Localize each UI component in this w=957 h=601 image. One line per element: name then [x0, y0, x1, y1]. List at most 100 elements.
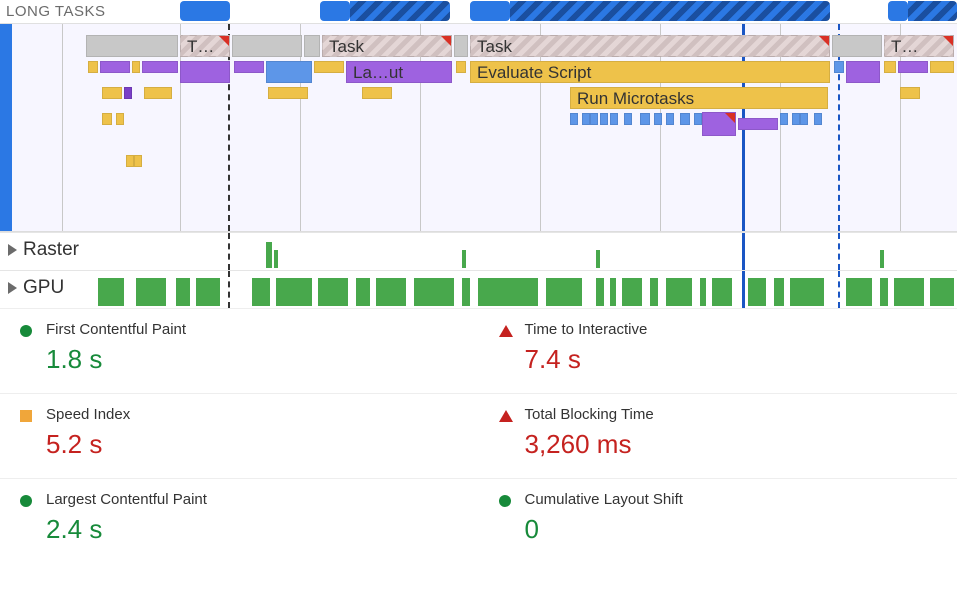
gpu-event[interactable] — [136, 278, 166, 306]
frame[interactable] — [900, 87, 920, 99]
metric-lcp[interactable]: Largest Contentful Paint 2.4 s — [0, 478, 479, 563]
frame[interactable] — [834, 61, 844, 73]
frame[interactable] — [362, 87, 392, 99]
frame[interactable] — [570, 113, 578, 125]
gpu-event[interactable] — [196, 278, 220, 306]
layout-frame[interactable]: La…ut — [346, 61, 452, 83]
frame[interactable] — [898, 61, 928, 73]
gpu-event[interactable] — [650, 278, 658, 306]
long-task-bar-hatched[interactable] — [510, 1, 830, 21]
long-task-bar[interactable] — [180, 1, 230, 21]
frame[interactable] — [610, 113, 618, 125]
metric-fcp[interactable]: First Contentful Paint 1.8 s — [0, 308, 479, 393]
frame[interactable] — [624, 113, 632, 125]
gpu-event[interactable] — [894, 278, 924, 306]
gpu-event[interactable] — [790, 278, 824, 306]
run-microtasks-frame[interactable]: Run Microtasks — [570, 87, 828, 109]
raster-event[interactable] — [596, 250, 600, 268]
frame[interactable] — [314, 61, 344, 73]
gpu-event[interactable] — [376, 278, 406, 306]
frame[interactable] — [102, 113, 112, 125]
frame[interactable] — [846, 61, 880, 83]
gpu-event[interactable] — [176, 278, 190, 306]
frame[interactable] — [640, 113, 650, 125]
gpu-event[interactable] — [414, 278, 454, 306]
gpu-event[interactable] — [880, 278, 888, 306]
task-bar[interactable] — [304, 35, 320, 57]
task-bar[interactable] — [832, 35, 882, 57]
expand-icon[interactable] — [8, 244, 17, 256]
gpu-event[interactable] — [700, 278, 706, 306]
frame[interactable] — [780, 113, 788, 125]
frame[interactable] — [144, 87, 172, 99]
frame[interactable] — [234, 61, 264, 73]
gpu-event[interactable] — [276, 278, 312, 306]
long-task-bar-hatched[interactable] — [350, 1, 450, 21]
main-thread-flame-chart[interactable]: T… Task Task T… La…ut Evaluate Script Ru… — [0, 24, 957, 232]
long-task-bar[interactable] — [470, 1, 510, 21]
frame[interactable] — [590, 113, 598, 125]
long-task-bar[interactable] — [888, 1, 908, 21]
gpu-event[interactable] — [666, 278, 692, 306]
frame[interactable] — [100, 61, 130, 73]
frame[interactable] — [930, 61, 954, 73]
frame[interactable] — [600, 113, 608, 125]
long-task-bar-hatched[interactable] — [908, 1, 957, 21]
frame[interactable] — [134, 155, 142, 167]
gpu-event[interactable] — [252, 278, 270, 306]
gpu-event[interactable] — [610, 278, 616, 306]
gpu-event[interactable] — [546, 278, 582, 306]
expand-icon[interactable] — [8, 282, 17, 294]
frame[interactable] — [102, 87, 122, 99]
long-tasks-track[interactable]: LONG TASKS — [0, 0, 957, 24]
gpu-event[interactable] — [98, 278, 124, 306]
task-bar[interactable] — [454, 35, 468, 57]
frame[interactable] — [124, 87, 132, 99]
frame[interactable] — [132, 61, 140, 73]
task-bar[interactable] — [232, 35, 302, 57]
raster-event[interactable] — [880, 250, 884, 268]
evaluate-script-frame[interactable]: Evaluate Script — [470, 61, 830, 83]
frame[interactable] — [694, 113, 702, 125]
frame[interactable] — [88, 61, 98, 73]
task-bar[interactable]: Task — [322, 35, 452, 57]
frame[interactable] — [180, 61, 230, 83]
frame[interactable] — [800, 113, 808, 125]
gpu-event[interactable] — [846, 278, 872, 306]
frame[interactable] — [582, 113, 590, 125]
metric-tti[interactable]: Time to Interactive 7.4 s — [479, 308, 957, 393]
frame[interactable] — [268, 87, 308, 99]
frame[interactable] — [702, 112, 736, 136]
frame[interactable] — [456, 61, 466, 73]
frame[interactable] — [680, 113, 690, 125]
gpu-event[interactable] — [748, 278, 766, 306]
gpu-event[interactable] — [356, 278, 370, 306]
frame[interactable] — [666, 113, 674, 125]
frame[interactable] — [116, 113, 124, 125]
raster-track[interactable]: Raster — [0, 232, 957, 270]
gpu-event[interactable] — [462, 278, 470, 306]
frame[interactable] — [654, 113, 662, 125]
frame[interactable] — [126, 155, 134, 167]
gpu-event[interactable] — [930, 278, 954, 306]
frame[interactable] — [884, 61, 896, 73]
metric-tbt[interactable]: Total Blocking Time 3,260 ms — [479, 393, 957, 478]
task-bar[interactable] — [86, 35, 178, 57]
metric-cls[interactable]: Cumulative Layout Shift 0 — [479, 478, 957, 563]
gpu-event[interactable] — [596, 278, 604, 306]
metric-speed-index[interactable]: Speed Index 5.2 s — [0, 393, 479, 478]
task-bar[interactable]: T… — [180, 35, 230, 57]
raster-event[interactable] — [266, 242, 272, 268]
gpu-track[interactable]: GPU — [0, 270, 957, 308]
frame[interactable] — [142, 61, 178, 73]
task-bar[interactable]: Task — [470, 35, 830, 57]
frame[interactable] — [792, 113, 800, 125]
gpu-event[interactable] — [712, 278, 732, 306]
gpu-event[interactable] — [318, 278, 348, 306]
frame[interactable] — [738, 118, 778, 130]
gpu-event[interactable] — [478, 278, 538, 306]
task-bar[interactable]: T… — [884, 35, 954, 57]
long-task-bar[interactable] — [320, 1, 350, 21]
gpu-event[interactable] — [774, 278, 784, 306]
gpu-event[interactable] — [622, 278, 642, 306]
